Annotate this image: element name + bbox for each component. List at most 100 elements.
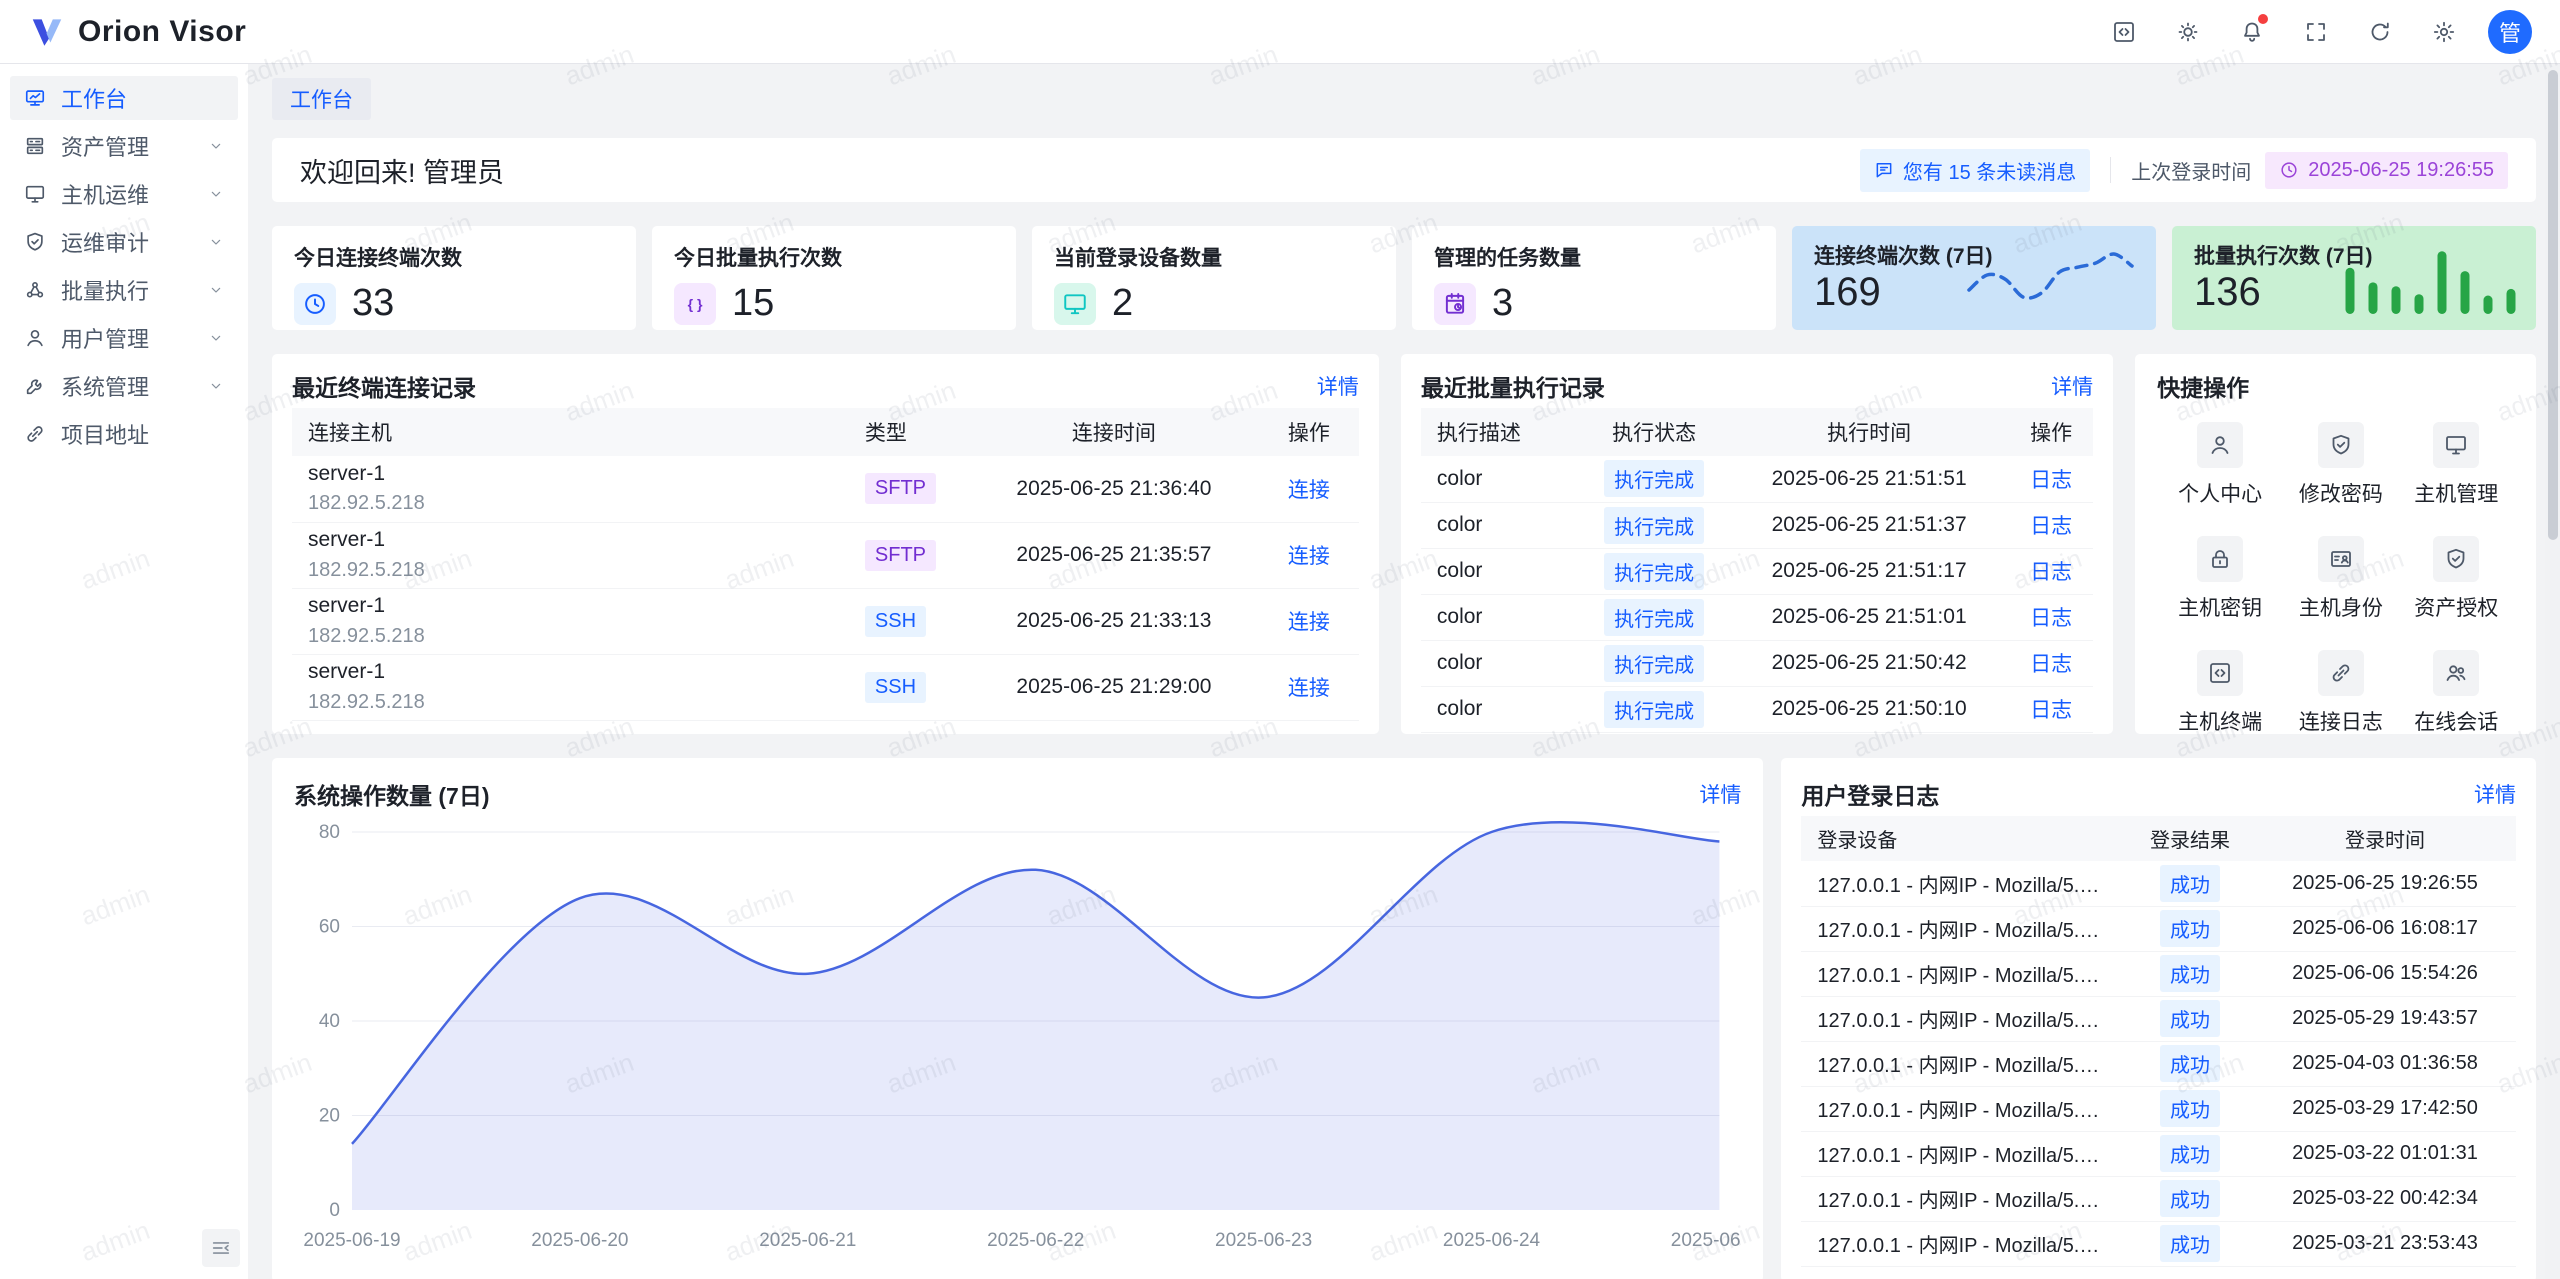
quick-action-主机管理[interactable]: 主机管理 (2399, 422, 2514, 508)
link-icon (2318, 650, 2364, 696)
column-header: 登录结果 (2126, 816, 2254, 861)
bottom-row: 系统操作数量 (7日) 详情 0204060802025-06-192025-0… (272, 758, 2536, 1279)
table-row: 127.0.0.1 - 内网IP - Mozilla/5.0 (Windows … (1801, 996, 2516, 1041)
sidebar-item-assets[interactable]: 资产管理 (10, 124, 238, 168)
connect-time: 2025-06-25 21:29:00 (969, 654, 1259, 720)
quick-action-个人中心[interactable]: 个人中心 (2157, 422, 2283, 508)
sidebar-item-batch-exec[interactable]: 批量执行 (10, 268, 238, 312)
table-row: server-1182.92.5.218SSH2025-06-25 21:33:… (292, 588, 1359, 654)
chevron-down-icon (208, 282, 224, 298)
table-row: color执行完成2025-06-25 21:50:10日志 (1421, 686, 2093, 732)
exec-time: 2025-06-25 21:51:37 (1729, 502, 2009, 548)
stat-value: 3 (1492, 282, 1513, 325)
sidebar-item-label: 批量执行 (61, 274, 149, 306)
log-link[interactable]: 日志 (2030, 561, 2072, 584)
quick-action-修改密码[interactable]: 修改密码 (2283, 422, 2398, 508)
stat-card: 当前登录设备数量2 (1032, 226, 1396, 330)
braces-icon: { } (674, 283, 716, 325)
exec-desc: color (1421, 640, 1579, 686)
unread-messages-badge[interactable]: 您有 15 条未读消息 (1860, 149, 2090, 192)
connect-link[interactable]: 连接 (1288, 611, 1330, 634)
chart-details-link[interactable]: 详情 (1699, 779, 1741, 809)
connect-link[interactable]: 连接 (1288, 677, 1330, 700)
sidebar-collapse-button[interactable] (202, 1229, 240, 1267)
quick-action-主机身份[interactable]: 主机身份 (2283, 536, 2398, 622)
assets-icon (24, 135, 46, 157)
refresh-icon[interactable] (2360, 12, 2400, 52)
table-row: 127.0.0.1 - 内网IP - Mozilla/5.0 (Windows … (1801, 951, 2516, 996)
code-icon[interactable] (2104, 12, 2144, 52)
quick-action-连接日志[interactable]: 连接日志 (2283, 650, 2398, 736)
column-header: 登录设备 (1801, 816, 2126, 861)
exec-time: 2025-06-25 21:51:01 (1729, 594, 2009, 640)
bell-icon[interactable] (2232, 12, 2272, 52)
last-login-time-badge: 2025-06-25 19:26:55 (2265, 152, 2508, 189)
quick-action-主机终端[interactable]: 主机终端 (2157, 650, 2283, 736)
card-title: 最近终端连接记录 (292, 369, 476, 403)
sidebar-item-project-url[interactable]: 项目地址 (10, 412, 238, 456)
table-row: server-1182.92.5.218SFTP2025-06-25 21:35… (292, 522, 1359, 588)
log-link[interactable]: 日志 (2030, 607, 2072, 630)
quick-action-label: 主机密钥 (2178, 592, 2262, 622)
system-operations-area-chart: 0204060802025-06-192025-06-202025-06-212… (294, 816, 1741, 1258)
status-badge: 执行完成 (1604, 691, 1704, 728)
exec-time: 2025-06-25 21:51:17 (1729, 548, 2009, 594)
quick-action-在线会话[interactable]: 在线会话 (2399, 650, 2514, 736)
host-ops-icon (24, 183, 46, 205)
sidebar-item-workbench[interactable]: 工作台 (10, 76, 238, 120)
log-link[interactable]: 日志 (2030, 653, 2072, 676)
log-link[interactable]: 日志 (2030, 699, 2072, 722)
sidebar-item-users[interactable]: 用户管理 (10, 316, 238, 360)
status-badge: 执行完成 (1604, 645, 1704, 682)
login-device: 127.0.0.1 - 内网IP - Mozilla/5.0 (Windows … (1801, 1041, 2126, 1086)
host-name: server-1 (308, 657, 833, 687)
svg-text:2025-06-23: 2025-06-23 (1215, 1230, 1312, 1251)
theme-icon[interactable] (2168, 12, 2208, 52)
column-header: 执行描述 (1421, 408, 1579, 456)
status-badge: 成功 (2160, 865, 2220, 902)
sidebar-item-host-ops[interactable]: 主机运维 (10, 172, 238, 216)
terminal-details-link[interactable]: 详情 (1317, 371, 1359, 401)
status-badge: 执行完成 (1604, 507, 1704, 544)
log-link[interactable]: 日志 (2030, 469, 2072, 492)
sidebar-item-system[interactable]: 系统管理 (10, 364, 238, 408)
user-avatar[interactable]: 管 (2488, 10, 2532, 54)
quick-action-资产授权[interactable]: 资产授权 (2399, 536, 2514, 622)
login-details-link[interactable]: 详情 (2474, 779, 2516, 809)
host-ip: 182.92.5.218 (308, 688, 833, 717)
log-link[interactable]: 日志 (2030, 515, 2072, 538)
login-device: 127.0.0.1 - 内网IP - Mozilla/5.0 (Windows … (1801, 906, 2126, 951)
sidebar-item-label: 资产管理 (61, 130, 149, 162)
settings-icon[interactable] (2424, 12, 2464, 52)
exec-desc: color (1421, 502, 1579, 548)
code-icon (2197, 650, 2243, 696)
quick-action-label: 主机管理 (2414, 478, 2498, 508)
login-time: 2025-06-06 15:54:26 (2254, 951, 2516, 996)
exec-time: 2025-06-25 21:50:42 (1729, 640, 2009, 686)
idcard-icon (2318, 536, 2364, 582)
scrollbar-thumb[interactable] (2548, 70, 2558, 540)
exec-desc: color (1421, 456, 1579, 502)
table-row: color 执行完成 2025-06-25 21:50:42 日志 (1421, 640, 2093, 686)
exec-details-link[interactable]: 详情 (2051, 371, 2093, 401)
connect-link[interactable]: 连接 (1288, 479, 1330, 502)
dashboard-icon (24, 87, 46, 109)
login-device: 127.0.0.1 - 内网IP - Mozilla/5.0 (Windows … (1801, 951, 2126, 996)
stat-card: 今日连接终端次数33 (272, 226, 636, 330)
sidebar-item-audit[interactable]: 运维审计 (10, 220, 238, 264)
column-header: 操作 (1259, 408, 1359, 456)
table-row: color执行完成2025-06-25 21:51:01日志 (1421, 594, 2093, 640)
app-logo[interactable]: Orion Visor (28, 13, 246, 51)
monitor-icon (2433, 422, 2479, 468)
app-title: Orion Visor (78, 15, 246, 49)
clock-icon (294, 283, 336, 325)
breadcrumb[interactable]: 工作台 (272, 78, 371, 120)
svg-text:60: 60 (319, 917, 340, 938)
connect-link[interactable]: 连接 (1288, 545, 1330, 568)
quick-action-主机密钥[interactable]: 主机密钥 (2157, 536, 2283, 622)
terminal-connections-7d-card: 连接终端次数 (7日) 169 (1792, 226, 2156, 330)
svg-text:2025-06-19: 2025-06-19 (303, 1230, 400, 1251)
fullscreen-icon[interactable] (2296, 12, 2336, 52)
sidebar-item-label: 用户管理 (61, 322, 149, 354)
exec-desc: color (1421, 686, 1579, 732)
